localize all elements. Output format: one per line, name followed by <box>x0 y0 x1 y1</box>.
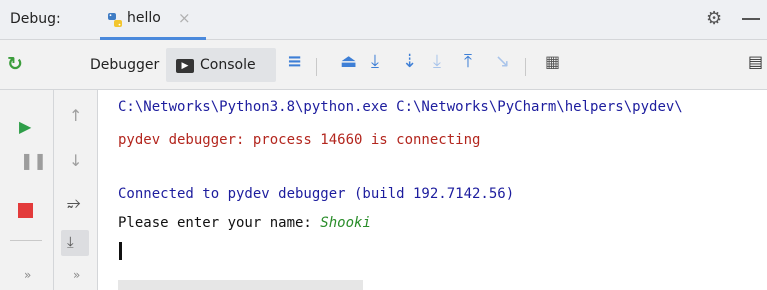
tab-console-label: Console <box>200 57 256 73</box>
horizontal-scrollbar[interactable] <box>118 280 363 290</box>
debug-tool-window-header: Debug: hello × ⚙ <box>0 0 767 40</box>
close-icon[interactable]: × <box>178 9 191 27</box>
console-line: pydev debugger: process 14660 is connect… <box>118 132 481 148</box>
console-input-value: Shooki <box>320 215 371 231</box>
scroll-up-icon[interactable]: ↑ <box>69 107 82 125</box>
step-out-icon[interactable]: ⤒ <box>464 52 472 72</box>
evaluate-expression-icon[interactable]: ▦ <box>545 52 560 72</box>
toolbar-divider <box>525 58 526 76</box>
tab-debugger[interactable]: Debugger <box>70 48 166 82</box>
minimize-icon[interactable] <box>742 18 760 20</box>
stop-icon[interactable] <box>18 203 33 218</box>
step-into-icon[interactable]: ⇣ <box>402 52 417 72</box>
console-output[interactable]: C:\Networks\Python3.8\python.exe C:\Netw… <box>98 90 767 290</box>
debug-toolbar: ↻ Debugger ▶ Console ≡ ⏏ ⤓ ⇣ ⤓ ⤒ ↘ ▦ ▤ <box>0 40 767 90</box>
tab-hello[interactable]: hello × <box>100 0 206 40</box>
rerun-icon[interactable]: ↻ <box>7 53 23 75</box>
gear-icon[interactable]: ⚙ <box>706 8 722 29</box>
scroll-down-icon[interactable]: ↓ <box>69 152 82 170</box>
step-into-my-code-icon[interactable]: ⤓ <box>433 52 441 72</box>
layout-icon[interactable]: ▤ <box>748 52 763 72</box>
scroll-to-end-icon[interactable]: ⤓ <box>61 230 89 256</box>
console-line: C:\Networks\Python3.8\python.exe C:\Netw… <box>118 99 683 115</box>
more-icon[interactable]: » <box>73 266 80 284</box>
menu-icon[interactable]: ≡ <box>287 52 302 72</box>
debug-actions-bar: ▶ ❚❚ » <box>0 90 54 290</box>
python-icon <box>108 13 122 27</box>
run-to-cursor-icon[interactable]: ↘ <box>495 52 510 72</box>
resume-icon[interactable]: ▶ <box>19 118 31 136</box>
tab-debugger-label: Debugger <box>90 57 160 73</box>
console-input-line[interactable]: Please enter your name: Shooki <box>118 215 371 231</box>
console-gutter: ↑ ↓ ⥴ ⤓ » <box>54 90 98 290</box>
tool-window-title: Debug: <box>10 11 61 27</box>
divider <box>10 240 42 241</box>
console-prompt: Please enter your name: <box>118 215 321 231</box>
text-caret <box>119 242 122 260</box>
show-execution-point-icon[interactable]: ⏏ <box>340 52 357 72</box>
tab-console[interactable]: ▶ Console <box>166 48 276 82</box>
tab-label: hello <box>127 10 161 26</box>
soft-wrap-icon[interactable]: ⥴ <box>67 194 81 212</box>
console-line: Connected to pydev debugger (build 192.7… <box>118 186 515 202</box>
pause-icon[interactable]: ❚❚ <box>20 152 47 170</box>
step-over-icon[interactable]: ⤓ <box>371 52 379 72</box>
more-icon[interactable]: » <box>24 266 31 284</box>
console-icon: ▶ <box>176 59 194 73</box>
toolbar-divider <box>316 58 317 76</box>
